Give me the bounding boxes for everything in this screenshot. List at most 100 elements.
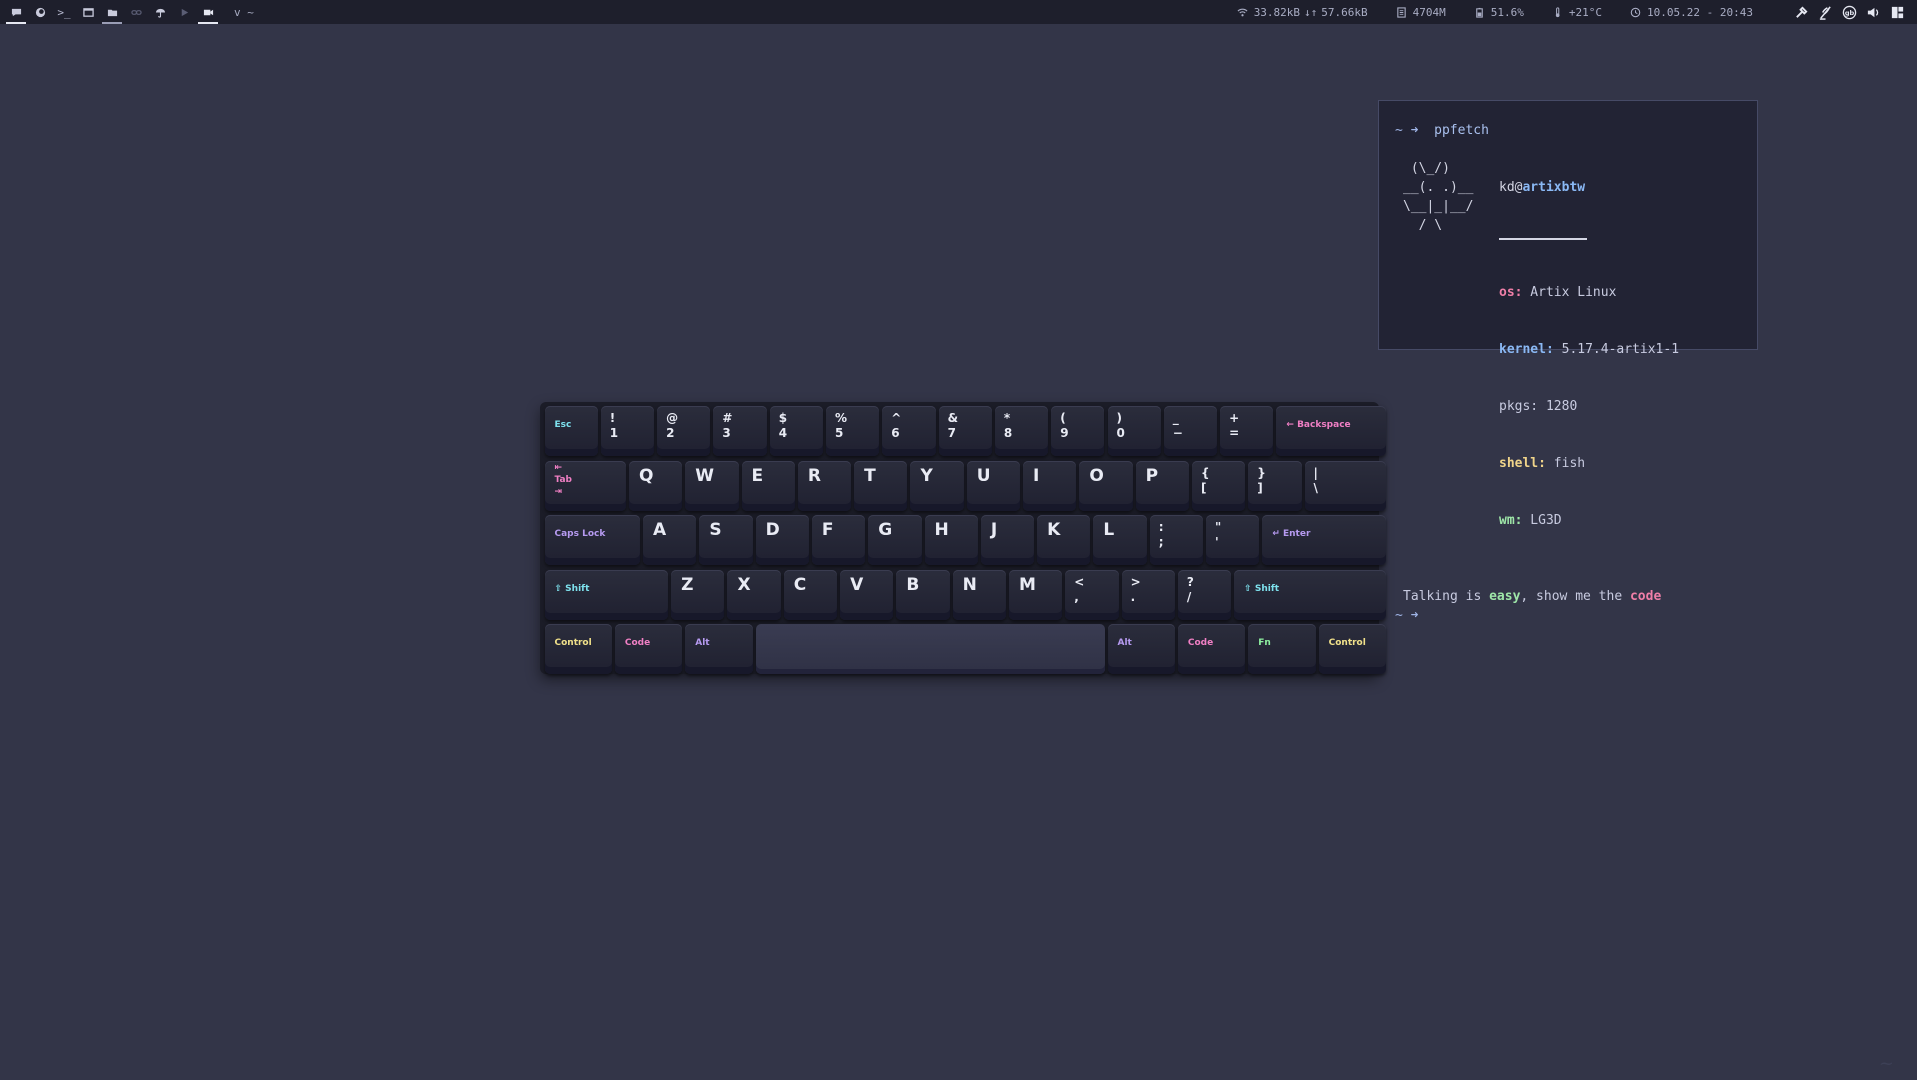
key-n[interactable]: N [952,569,1006,620]
key-right-alt[interactable]: Alt [1107,624,1175,674]
fetch-output: (\_/) __(. .)__ \__|_|__/ / \ kd@artixbtw … [1395,140,1741,568]
top-bar: >_ v ~ 33.82kB ↓↑ 57.66kB 4704M 51.6% +2… [0,0,1917,24]
key-d[interactable]: D [755,515,809,565]
key-right-shift[interactable]: ⇧ Shift [1234,569,1386,620]
key-bracket[interactable]: {[ [1191,460,1246,511]
key-t[interactable]: T [854,460,908,511]
key-6[interactable]: ^ 6 [882,406,936,456]
key-left-alt[interactable]: Alt [685,624,753,674]
key-caps-lock[interactable]: Caps Lock [544,515,641,565]
key-z[interactable]: Z [671,569,725,620]
key-left-shift[interactable]: ⇧ Shift [544,569,669,620]
workspace-window[interactable] [76,0,100,24]
key-legend: Y [920,465,933,486]
info-value: LG3D [1522,513,1562,528]
key-c[interactable]: C [783,569,838,620]
workspace-terminal[interactable]: >_ [52,0,76,24]
key-0[interactable]: ) 0 [1107,406,1161,456]
workspace-play[interactable] [172,0,196,24]
key-=[interactable]: + = [1220,406,1274,456]
key-tab[interactable]: ⇤ Tab ⇥ [544,460,626,511]
key-g[interactable]: G [868,515,922,565]
key-s[interactable]: S [699,515,753,565]
tray-volume-icon[interactable] [1861,0,1885,24]
key-punct[interactable]: >. [1121,569,1175,620]
terminal-window[interactable]: ~ ➜ ppfetch (\_/) __(. .)__ \__|_|__/ / \ … [1378,100,1758,623]
key-w[interactable]: W [685,460,739,511]
key-punct[interactable]: ? / [1177,569,1232,620]
key-m[interactable]: M [1008,569,1063,620]
key-8[interactable]: * 8 [994,406,1049,456]
key-9[interactable]: (9 [1051,406,1105,456]
tray-feather-icon[interactable] [1813,0,1837,24]
key-7[interactable]: & 7 [938,406,992,456]
tray-keyboard-layout-icon[interactable]: gb [1837,0,1861,24]
key-p[interactable]: P [1135,460,1189,511]
key-q[interactable]: Q [628,460,683,511]
key-shift-legend: # [722,411,733,425]
key-punct[interactable]: " ' [1206,515,1260,565]
key-l[interactable]: L [1093,515,1147,565]
key-i[interactable]: I [1023,460,1077,511]
quote-text: , show me the [1520,589,1630,604]
key-1[interactable]: ! 1 [600,406,655,456]
workspace-folder[interactable] [100,0,124,24]
net-up: 57.66kB [1321,5,1368,19]
workspace-link[interactable] [124,0,148,24]
workspace-list: >_ v ~ [0,0,254,24]
command-line: ~ ➜ ppfetch [1395,121,1741,140]
key-y[interactable]: Y [910,460,964,511]
key-left-code[interactable]: Code [614,624,683,674]
key-r[interactable]: R [797,460,852,511]
key-j[interactable]: J [980,515,1035,565]
key-legend: 0 [1116,426,1125,440]
key-right-code[interactable]: Code [1177,624,1246,674]
play-icon [181,8,188,16]
battery-icon [1474,7,1485,18]
key-punct[interactable]: <, [1065,569,1119,620]
key-v[interactable]: V [840,569,894,620]
workspace-chat[interactable] [4,0,28,24]
key-space[interactable] [755,624,1105,674]
system-tray: gb [1789,0,1909,24]
key-4[interactable]: $4 [769,406,823,456]
tray-layout-icon[interactable] [1885,0,1909,24]
key-2[interactable]: @2 [657,406,711,456]
key-shift-legend: | [1313,465,1318,480]
key-enter[interactable]: ↵ Enter [1262,515,1386,565]
key-right-control[interactable]: Control [1318,624,1386,674]
key-f[interactable]: F [811,515,866,565]
workspace-video[interactable] [196,0,220,24]
key-u[interactable]: U [966,460,1021,511]
key-3[interactable]: #3 [713,406,767,456]
key-k[interactable]: K [1037,515,1091,565]
key-o[interactable]: O [1079,460,1133,511]
key-esc[interactable]: Esc [544,406,598,456]
key-5[interactable]: % 5 [826,406,880,456]
info-key: kernel: [1499,342,1554,357]
hostname: artixbtw [1522,180,1586,195]
key-a[interactable]: A [643,515,697,565]
key-b[interactable]: B [896,569,950,620]
tray-tool-icon[interactable] [1789,0,1813,24]
memory-module: 4704M [1396,6,1446,19]
key-bracket[interactable]: }] [1248,460,1302,511]
key-−[interactable]: _ − [1163,406,1218,456]
key-legend: E [751,465,764,486]
key-backslash[interactable]: | \ [1304,460,1386,511]
info-value: 1280 [1538,399,1578,414]
key-backspace[interactable]: ← Backspace [1276,406,1386,456]
key-punct[interactable]: :; [1149,515,1204,565]
key-left-control[interactable]: Control [544,624,612,674]
workspace-umbrella[interactable] [148,0,172,24]
key-shift-legend: @ [666,411,679,425]
status-modules: 33.82kB ↓↑ 57.66kB 4704M 51.6% +21°C 10.… [1209,0,1917,24]
key-x[interactable]: X [727,569,781,620]
quote-code: code [1629,589,1662,604]
key-shift-legend: _ [1172,411,1179,425]
key-e[interactable]: E [741,460,795,511]
workspace-firefox[interactable] [28,0,52,24]
key-h[interactable]: H [924,515,978,565]
key-fn[interactable]: Fn [1248,624,1316,674]
command: ppfetch [1434,123,1489,138]
